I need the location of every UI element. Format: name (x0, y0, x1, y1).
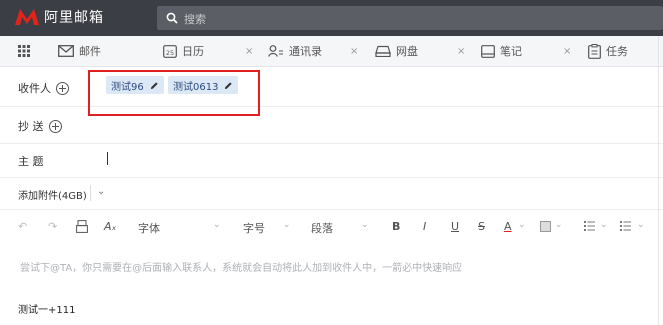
add-cc-icon[interactable] (48, 119, 62, 133)
editor-placeholder: 尝试下@TA，你只需要在@后面输入联系人，系统就会自动将此人加到收件人中，一箭必… (20, 263, 463, 274)
attachment-dropdown-icon[interactable]: ⌄ (97, 186, 105, 197)
tab-label: 通讯录 (289, 45, 322, 58)
tab-label: 网盘 (396, 45, 418, 58)
attachment-row: 添加附件(4GB) ⌄ (0, 178, 663, 210)
tab-tasks[interactable]: 任务 (588, 36, 628, 66)
calendar-day: 25 (166, 49, 174, 57)
logo-mark-icon (15, 9, 39, 25)
numbered-list-icon[interactable] (620, 221, 631, 231)
search-icon (166, 12, 178, 24)
chevron-down-icon[interactable]: ⌄ (361, 220, 369, 230)
contacts-icon (268, 45, 283, 57)
note-icon (481, 44, 495, 58)
add-recipient-icon[interactable] (56, 81, 69, 95)
chevron-down-icon[interactable]: ⌄ (283, 220, 291, 230)
bold-button[interactable]: B (392, 220, 400, 233)
mail-icon (58, 45, 74, 57)
top-bar: 阿里邮箱 搜索 (0, 0, 663, 36)
clear-format-icon[interactable]: Aₓ (104, 220, 116, 233)
tab-close-button[interactable]: × (245, 46, 253, 57)
chevron-down-icon[interactable]: ⌄ (555, 220, 563, 230)
app-logo[interactable]: 阿里邮箱 (14, 7, 104, 27)
bullet-list-icon[interactable] (584, 221, 595, 231)
subject-input[interactable] (107, 152, 108, 165)
cc-label: 抄 送 (18, 118, 62, 134)
tab-close-button[interactable]: × (457, 46, 465, 57)
tab-mail[interactable]: 邮件 (58, 36, 101, 66)
font-family-select[interactable]: 字体 (138, 220, 160, 236)
tab-notes[interactable]: 笔记 × (481, 36, 571, 66)
cc-row: 抄 送 (0, 107, 663, 144)
chevron-down-icon[interactable]: ⌄ (600, 220, 608, 230)
app-logo-text: 阿里邮箱 (44, 10, 104, 26)
tab-label: 任务 (606, 45, 628, 58)
calendar-icon: 25 (163, 45, 177, 58)
format-painter-icon[interactable] (76, 220, 88, 233)
font-size-select[interactable]: 字号 (243, 220, 265, 236)
subject-row: 主 题 (0, 144, 663, 178)
undo-icon[interactable]: ↶ (18, 220, 27, 233)
italic-button[interactable]: I (423, 220, 426, 233)
tab-close-button[interactable]: × (350, 46, 358, 57)
underline-button[interactable]: U (451, 220, 459, 233)
search-input[interactable]: 搜索 (184, 11, 206, 27)
app-tabs: 邮件 25 日历 × 通讯录 × 网盘 × 笔记 × 任务 (0, 36, 663, 67)
paragraph-select[interactable]: 段落 (311, 220, 333, 236)
subject-label: 主 题 (18, 153, 44, 169)
subject-label-text: 主 题 (18, 155, 44, 168)
background-color-icon[interactable] (540, 221, 551, 232)
chevron-down-icon[interactable]: ⌄ (518, 220, 526, 230)
editor-toolbar: ↶ ↷ Aₓ 字体 ⌄ 字号 ⌄ 段落 ⌄ B I U S A ⌄ ⌄ ⌄ ⌄ (0, 210, 663, 244)
add-attachment-button[interactable]: 添加附件(4GB) (18, 187, 87, 202)
chevron-down-icon[interactable]: ⌄ (213, 220, 221, 230)
to-label-text: 收件人 (18, 82, 51, 95)
task-icon (588, 43, 601, 59)
to-label: 收件人 (18, 80, 69, 96)
tab-label: 邮件 (79, 45, 101, 58)
grid-icon (18, 45, 30, 57)
cc-label-text: 抄 送 (18, 120, 44, 133)
redo-icon[interactable]: ↷ (48, 220, 57, 233)
right-border (658, 36, 659, 325)
search-bar[interactable]: 搜索 (157, 6, 663, 30)
strikethrough-button[interactable]: S (478, 220, 485, 233)
editor-body[interactable]: 测试一+111 (18, 301, 75, 316)
apps-grid-button[interactable] (18, 36, 35, 66)
chevron-down-icon[interactable]: ⌄ (637, 220, 645, 230)
cloud-drive-icon (375, 45, 391, 57)
tab-label: 日历 (182, 45, 204, 58)
divider (90, 185, 91, 201)
font-color-button[interactable]: A (504, 220, 512, 233)
tab-close-button[interactable]: × (563, 46, 571, 57)
tab-label: 笔记 (500, 45, 522, 58)
tab-calendar[interactable]: 25 日历 × (163, 36, 253, 66)
tab-contacts[interactable]: 通讯录 × (268, 36, 358, 66)
tab-cloud-drive[interactable]: 网盘 × (375, 36, 465, 66)
